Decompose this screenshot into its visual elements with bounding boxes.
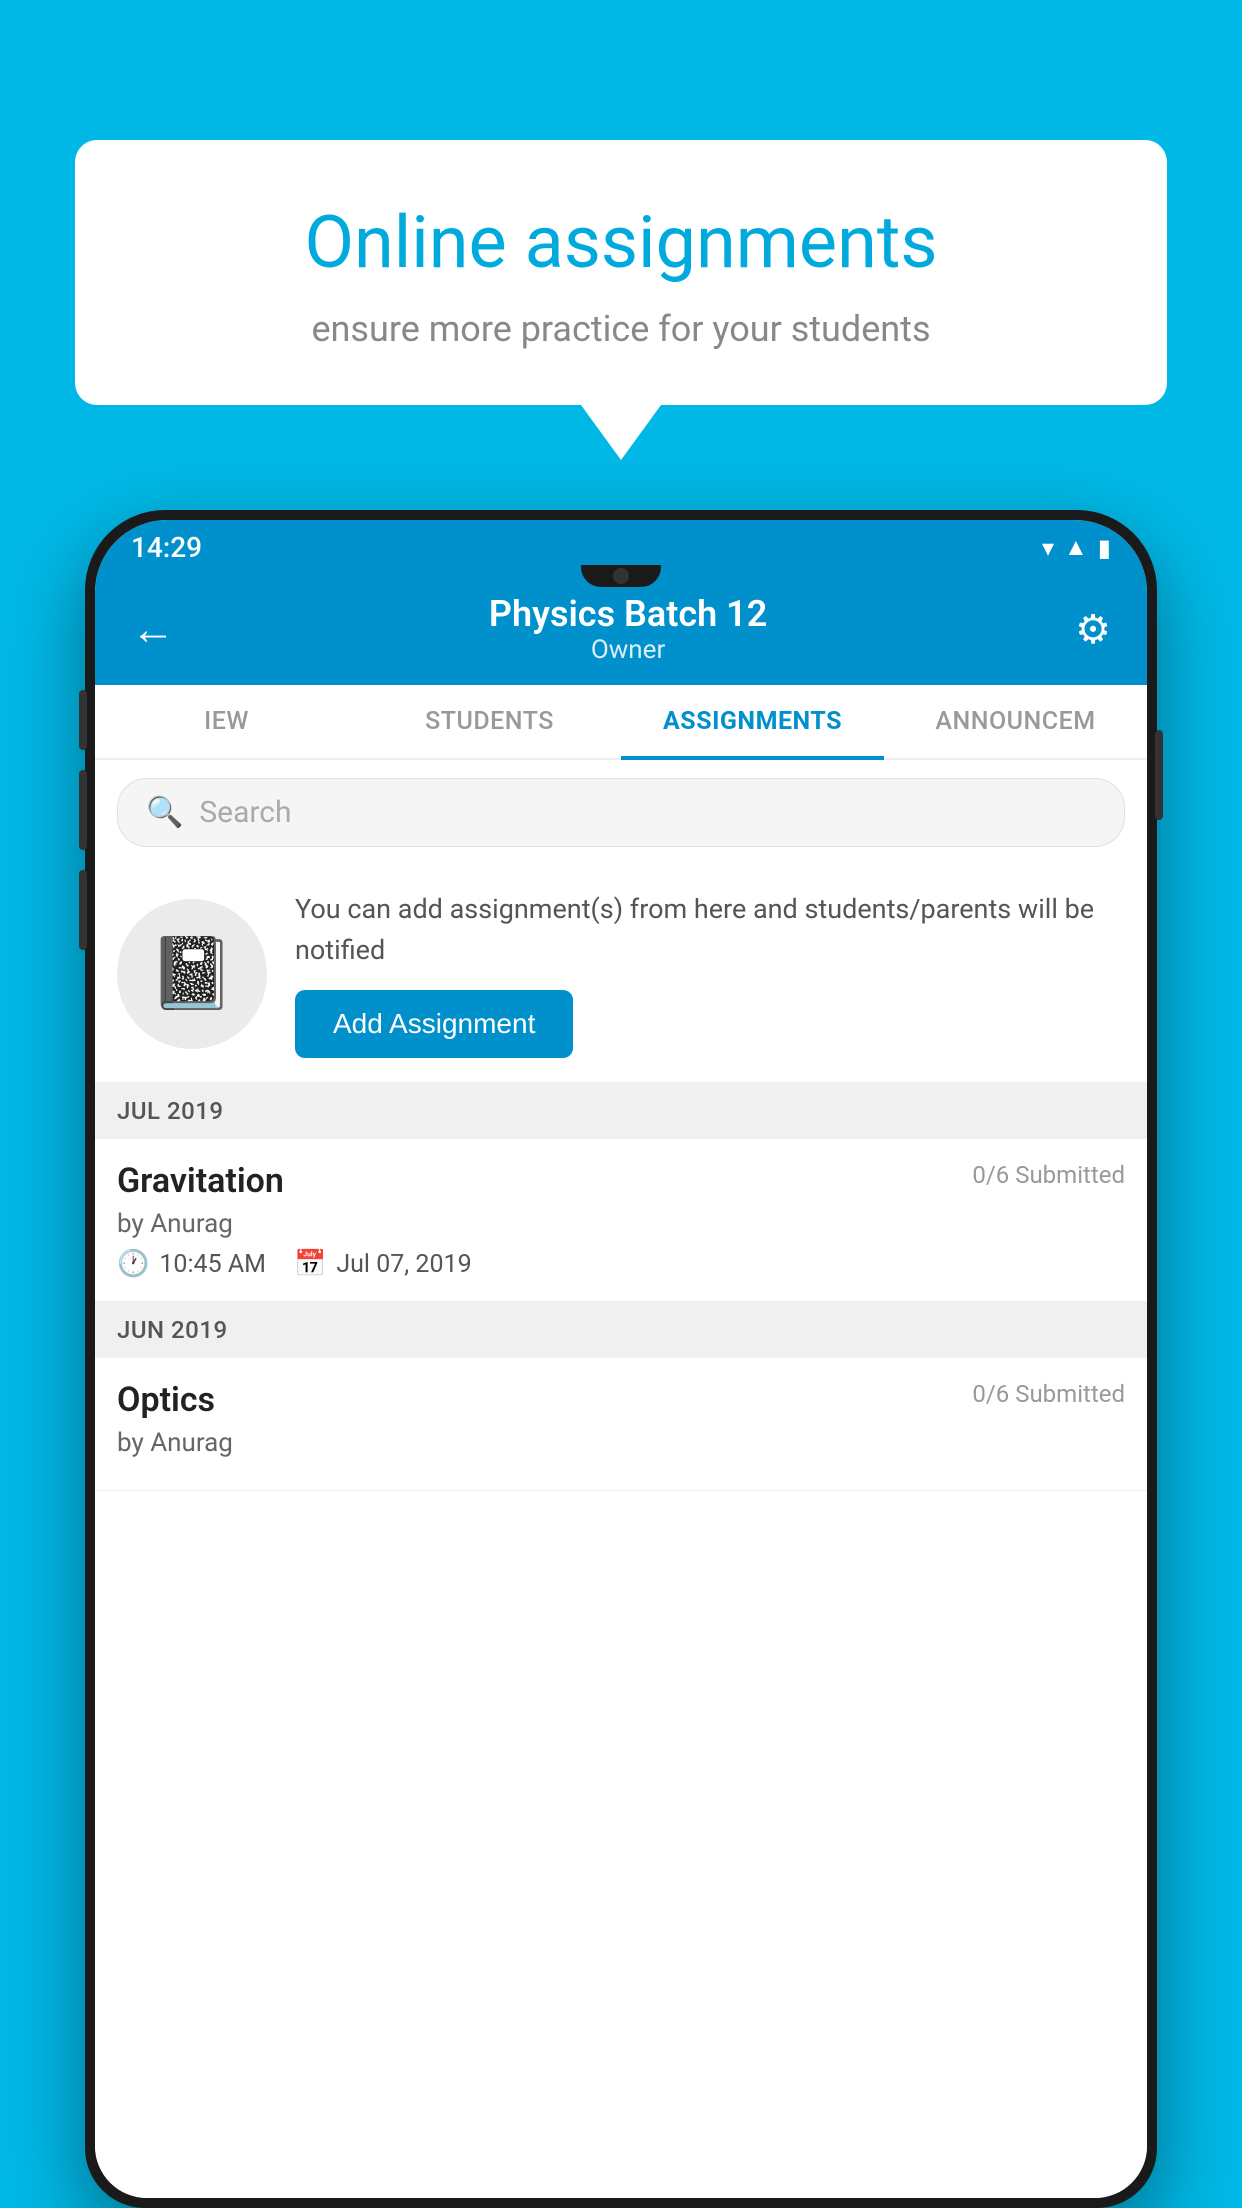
- add-assignment-button[interactable]: Add Assignment: [295, 990, 573, 1058]
- clock-icon: 🕐: [117, 1249, 149, 1279]
- header-title-group: Physics Batch 12 Owner: [489, 593, 767, 665]
- volume-down-button: [79, 870, 87, 950]
- search-placeholder: Search: [199, 795, 291, 830]
- assignment-submitted: 0/6 Submitted: [972, 1161, 1125, 1189]
- promo-description: You can add assignment(s) from here and …: [295, 889, 1125, 970]
- signal-icon: ▲: [1064, 533, 1088, 562]
- assignment-item-optics[interactable]: Optics 0/6 Submitted by Anurag: [95, 1358, 1147, 1491]
- assignment-top: Gravitation 0/6 Submitted: [117, 1161, 1125, 1201]
- speech-bubble-arrow: [581, 405, 661, 460]
- assignment-time: 🕐 10:45 AM: [117, 1249, 266, 1279]
- tab-announcements[interactable]: ANNOUNCEM: [884, 685, 1147, 758]
- search-container: 🔍 Search: [95, 760, 1147, 865]
- tabs-bar: IEW STUDENTS ASSIGNMENTS ANNOUNCEM: [95, 685, 1147, 760]
- section-jun-2019: JUN 2019: [95, 1302, 1147, 1358]
- header-subtitle: Owner: [489, 635, 767, 665]
- section-jul-2019: JUL 2019: [95, 1083, 1147, 1139]
- battery-icon: ▮: [1098, 534, 1111, 562]
- search-icon: 🔍: [146, 795, 183, 830]
- notebook-icon: 📓: [148, 933, 235, 1015]
- assignment-submitted-optics: 0/6 Submitted: [972, 1380, 1125, 1408]
- assignment-name: Gravitation: [117, 1161, 284, 1201]
- assignment-date: 📅 Jul 07, 2019: [294, 1249, 472, 1279]
- phone-frame: 14:29 ▾ ▲ ▮ ← Physics Batch 12 Owner ⚙ I…: [85, 510, 1157, 2208]
- assignment-by: by Anurag: [117, 1209, 1125, 1239]
- power-button: [1155, 730, 1163, 820]
- content-area: 🔍 Search 📓 You can add assignment(s) fro…: [95, 760, 1147, 2198]
- status-icons: ▾ ▲ ▮: [1042, 533, 1111, 562]
- tab-assignments[interactable]: ASSIGNMENTS: [621, 685, 884, 758]
- search-bar[interactable]: 🔍 Search: [117, 778, 1125, 847]
- camera-dot: [613, 568, 629, 584]
- speech-bubble-title: Online assignments: [145, 200, 1097, 286]
- promo-block: 📓 You can add assignment(s) from here an…: [95, 865, 1147, 1083]
- assignment-by-optics: by Anurag: [117, 1428, 1125, 1458]
- wifi-icon: ▾: [1042, 534, 1054, 562]
- assignment-item-gravitation[interactable]: Gravitation 0/6 Submitted by Anurag 🕐 10…: [95, 1139, 1147, 1302]
- calendar-icon: 📅: [294, 1249, 326, 1279]
- status-time: 14:29: [131, 531, 202, 564]
- volume-up-button: [79, 770, 87, 850]
- assignment-name-optics: Optics: [117, 1380, 215, 1420]
- mute-button: [79, 690, 87, 750]
- tab-iew[interactable]: IEW: [95, 685, 358, 758]
- speech-bubble: Online assignments ensure more practice …: [75, 140, 1167, 405]
- tab-students[interactable]: STUDENTS: [358, 685, 621, 758]
- settings-button[interactable]: ⚙: [1075, 606, 1111, 653]
- speech-bubble-subtitle: ensure more practice for your students: [145, 308, 1097, 350]
- promo-icon-circle: 📓: [117, 899, 267, 1049]
- assignment-top-optics: Optics 0/6 Submitted: [117, 1380, 1125, 1420]
- notch: [581, 565, 661, 587]
- promo-text-area: You can add assignment(s) from here and …: [295, 889, 1125, 1058]
- phone-screen: 14:29 ▾ ▲ ▮ ← Physics Batch 12 Owner ⚙ I…: [95, 520, 1147, 2198]
- speech-bubble-wrapper: Online assignments ensure more practice …: [75, 140, 1167, 460]
- assignment-time-value: 10:45 AM: [159, 1250, 266, 1279]
- assignment-date-value: Jul 07, 2019: [336, 1250, 471, 1279]
- back-button[interactable]: ←: [131, 603, 181, 655]
- header-title: Physics Batch 12: [489, 593, 767, 635]
- assignment-meta: 🕐 10:45 AM 📅 Jul 07, 2019: [117, 1249, 1125, 1279]
- app-header: ← Physics Batch 12 Owner ⚙: [95, 575, 1147, 685]
